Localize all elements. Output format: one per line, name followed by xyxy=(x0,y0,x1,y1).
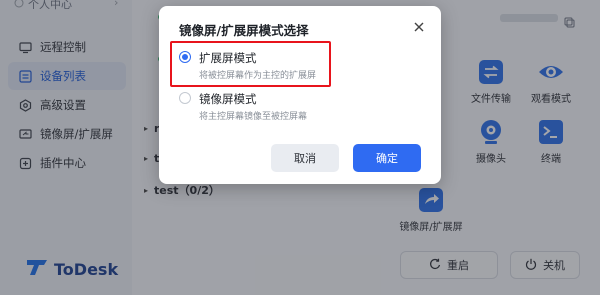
option-label: 镜像屏模式 xyxy=(199,92,257,106)
mode-select-dialog: 镜像屏/扩展屏模式选择 扩展屏模式 将被控屏幕作为主控的扩展屏 镜像屏模式 将主… xyxy=(159,6,441,184)
close-button[interactable] xyxy=(411,18,427,34)
radio-mirror-screen[interactable] xyxy=(179,92,191,104)
highlight-box xyxy=(170,41,331,87)
dialog-title: 镜像屏/扩展屏模式选择 xyxy=(179,23,309,38)
option-description: 将主控屏幕镜像至被控屏幕 xyxy=(199,112,308,122)
confirm-button[interactable]: 确定 xyxy=(353,144,421,172)
close-icon xyxy=(414,17,424,36)
cancel-button[interactable]: 取消 xyxy=(271,144,339,172)
